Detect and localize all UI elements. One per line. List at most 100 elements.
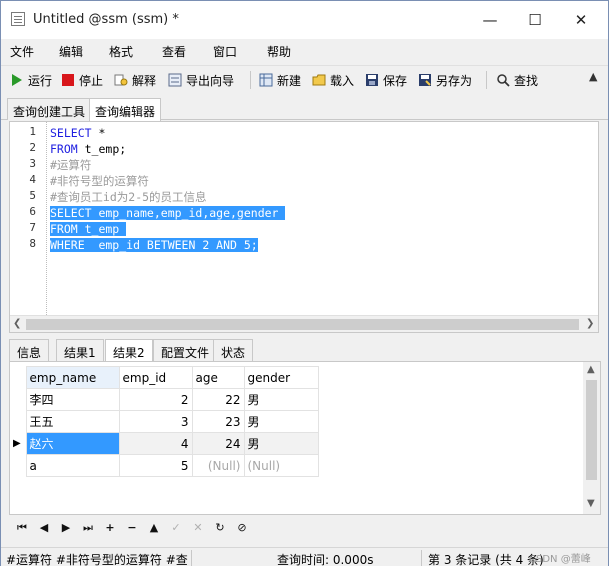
stop-refresh-icon[interactable]: ⊘	[235, 521, 249, 534]
line-number: 5	[29, 189, 36, 202]
delete-record-icon[interactable]: −	[125, 521, 139, 534]
find-button[interactable]: 查找	[496, 70, 538, 90]
cell[interactable]: 李四	[25, 388, 120, 411]
minimize-button[interactable]: —	[468, 5, 512, 35]
cell[interactable]: a	[25, 454, 120, 477]
save-as-button[interactable]: 另存为	[418, 70, 472, 90]
cell[interactable]: (Null)	[243, 454, 319, 477]
column-header[interactable]: gender	[243, 366, 319, 389]
code-line[interactable]: FROM t_emp;	[50, 141, 126, 157]
scroll-up-icon[interactable]: ▲	[587, 364, 595, 375]
explain-button[interactable]: 解释	[114, 70, 156, 90]
gutter-divider	[46, 122, 47, 315]
cell[interactable]: 王五	[25, 410, 120, 433]
column-header[interactable]: emp_id	[118, 366, 193, 389]
stop-icon	[62, 74, 74, 86]
cell[interactable]: 3	[118, 410, 193, 433]
new-button[interactable]: 新建	[259, 70, 301, 90]
code-line[interactable]: #查询员工id为2-5的员工信息	[50, 189, 207, 205]
cell[interactable]: 男	[243, 388, 319, 411]
maximize-button[interactable]: ☐	[513, 5, 557, 35]
save-button[interactable]: 保存	[365, 70, 407, 90]
cell[interactable]: 5	[118, 454, 193, 477]
menu-file[interactable]: 文件	[10, 43, 34, 60]
apply-changes-icon[interactable]: ▲	[147, 521, 161, 534]
cell[interactable]: 男	[243, 410, 319, 433]
vertical-scroll-thumb[interactable]	[586, 380, 597, 480]
cell[interactable]: 4	[118, 432, 193, 455]
cell[interactable]: 24	[191, 432, 245, 455]
table-row-selected[interactable]: ▶ 赵六 4 24 男	[10, 432, 319, 455]
cell[interactable]: (Null)	[191, 454, 245, 477]
load-button[interactable]: 载入	[312, 70, 354, 90]
selected-text: SELECT emp_name,emp_id,age,gender	[50, 206, 286, 220]
run-button[interactable]: 运行	[10, 70, 52, 90]
scroll-right-icon[interactable]: ❯	[586, 318, 594, 329]
tab-result1[interactable]: 结果1	[56, 339, 104, 361]
last-record-icon[interactable]: ⏭	[81, 521, 95, 535]
menu-format[interactable]: 格式	[109, 43, 133, 60]
previous-record-icon[interactable]: ◀	[37, 521, 51, 534]
tab-status[interactable]: 状态	[213, 339, 254, 361]
tab-query-builder[interactable]: 查询创建工具	[7, 98, 92, 120]
table-row[interactable]: a 5 (Null) (Null)	[10, 454, 319, 477]
cell[interactable]: 23	[191, 410, 245, 433]
sql-comment: #非符号型的运算符	[50, 174, 149, 188]
refresh-icon[interactable]: ↻	[213, 521, 227, 534]
cell[interactable]: 2	[118, 388, 193, 411]
close-button[interactable]: ✕	[559, 5, 603, 35]
vertical-scrollbar[interactable]: ▲ ▼	[583, 362, 600, 514]
code-line[interactable]: FROM t_emp	[50, 221, 127, 237]
line-number: 2	[29, 141, 36, 154]
export-wizard-button[interactable]: 导出向导	[168, 70, 234, 90]
save-icon	[366, 74, 378, 86]
tab-query-editor[interactable]: 查询编辑器	[89, 98, 162, 121]
code-line[interactable]: SELECT *	[50, 125, 105, 141]
horizontal-scrollbar[interactable]: ❮ ❯	[10, 315, 598, 332]
line-number: 3	[29, 157, 36, 170]
title-bar: Untitled @ssm (ssm) * — ☐ ✕	[1, 1, 608, 39]
scroll-left-icon[interactable]: ❮	[13, 318, 21, 329]
result-table: emp_name emp_id age gender 李四 2 22 男 王五 …	[10, 366, 319, 477]
code-line[interactable]: WHERE emp_id BETWEEN 2 AND 5;	[50, 237, 258, 253]
sql-editor[interactable]: ❮ ❯ 1 SELECT * 2 FROM t_emp; 3 #运算符 4 #非符号型的运算符…	[9, 121, 599, 333]
tab-result2[interactable]: 结果2	[105, 339, 153, 362]
column-header[interactable]: age	[191, 366, 245, 389]
table-row[interactable]: 王五 3 23 男	[10, 410, 319, 433]
cell[interactable]: 赵六	[25, 432, 120, 455]
add-record-icon[interactable]: +	[103, 521, 117, 534]
column-header[interactable]: emp_name	[25, 366, 120, 389]
sql-preview: #运算符 #非符号型的运算符 #查询	[6, 553, 188, 566]
cell[interactable]: 22	[191, 388, 245, 411]
code-line[interactable]: SELECT emp_name,emp_id,age,gender	[50, 205, 286, 221]
horizontal-scroll-thumb[interactable]	[26, 319, 579, 330]
window-title: Untitled @ssm (ssm) *	[33, 12, 179, 27]
line-number: 4	[29, 173, 36, 186]
toolbar-overflow-icon[interactable]: ▲	[589, 70, 597, 83]
watermark: CSDN @蕾峰	[529, 554, 591, 565]
row-indicator	[10, 389, 26, 411]
table-row[interactable]: 李四 2 22 男	[10, 388, 319, 411]
cell[interactable]: 男	[243, 432, 319, 455]
selected-text: WHERE emp_id BETWEEN 2 AND 5;	[50, 238, 258, 252]
confirm-icon: ✓	[171, 521, 181, 534]
row-indicator-header	[10, 366, 26, 389]
line-number: 8	[29, 237, 36, 250]
status-separator	[421, 550, 422, 566]
menu-window[interactable]: 窗口	[213, 43, 237, 60]
row-indicator	[10, 411, 26, 433]
menu-help[interactable]: 帮助	[267, 43, 291, 60]
selected-text: FROM t_emp	[50, 222, 127, 236]
menu-view[interactable]: 查看	[162, 43, 186, 60]
code-line[interactable]: #运算符	[50, 157, 91, 173]
stop-button[interactable]: 停止	[61, 70, 103, 90]
sql-text: t_emp;	[77, 142, 127, 156]
scroll-down-icon[interactable]: ▼	[587, 498, 595, 509]
next-record-icon[interactable]: ▶	[59, 521, 73, 534]
first-record-icon[interactable]: ⏮	[15, 521, 29, 535]
menu-edit[interactable]: 编辑	[59, 43, 83, 60]
code-line[interactable]: #非符号型的运算符	[50, 173, 149, 189]
tab-profile[interactable]: 配置文件	[153, 339, 218, 361]
tab-info[interactable]: 信息	[9, 339, 50, 361]
sql-keyword: FROM	[50, 142, 78, 156]
